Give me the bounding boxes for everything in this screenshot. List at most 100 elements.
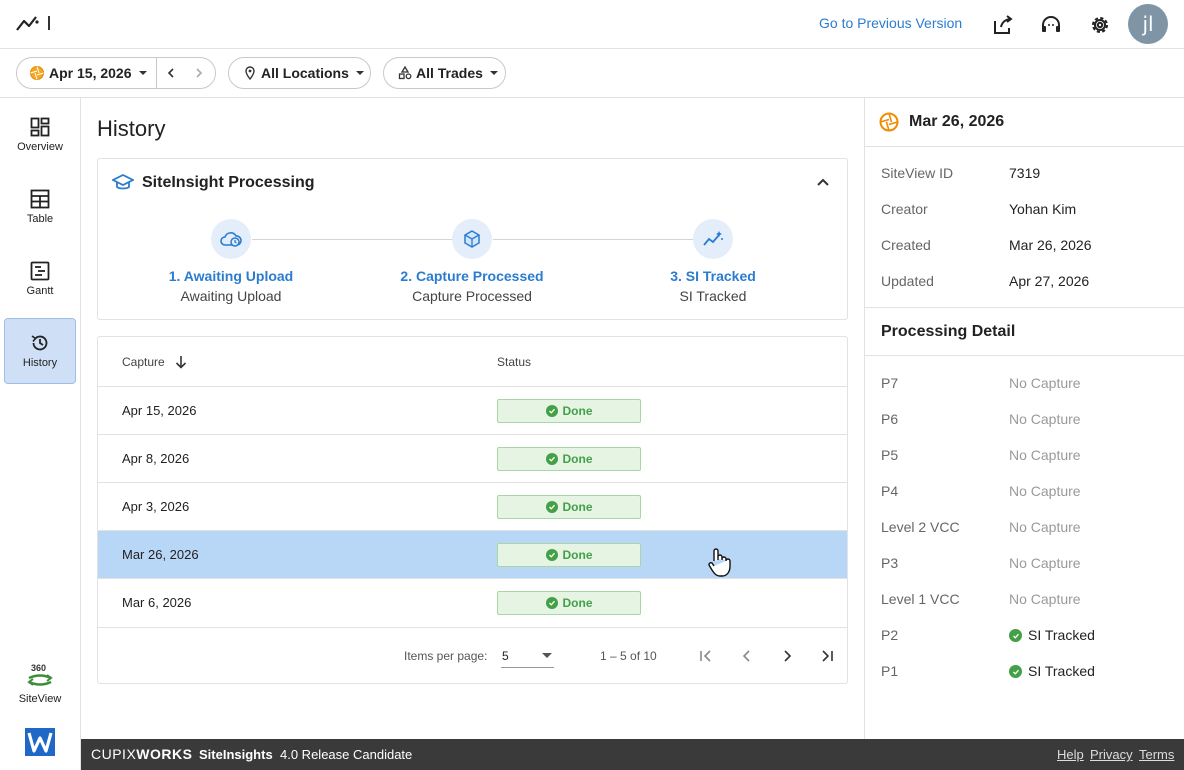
processing-label: P4	[881, 483, 899, 499]
column-header-capture[interactable]: Capture	[122, 355, 165, 369]
caret-down-icon	[542, 653, 552, 658]
divider	[865, 355, 1184, 356]
locations-filter-label: All Locations	[261, 65, 349, 81]
status-text: Done	[562, 596, 593, 610]
step-subtitle: Capture Processed	[412, 288, 532, 304]
processing-title: SiteInsight Processing	[142, 174, 315, 191]
check-circle-icon	[1009, 665, 1022, 678]
nav-item-label: Table	[26, 213, 54, 225]
support-headset-icon[interactable]	[1038, 12, 1064, 38]
previous-version-link[interactable]: Go to Previous Version	[819, 15, 962, 31]
share-icon[interactable]	[990, 12, 1016, 38]
nav-item-label: History	[22, 357, 58, 369]
settings-gear-icon[interactable]	[1087, 12, 1113, 38]
step-subtitle: Awaiting Upload	[180, 288, 282, 304]
nav-item-history[interactable]: History	[4, 318, 76, 384]
privacy-link[interactable]: Privacy	[1090, 747, 1133, 762]
table-icon	[30, 189, 50, 209]
items-per-page-label: Items per page:	[404, 649, 488, 663]
user-avatar[interactable]: jl	[1128, 4, 1168, 44]
processing-label: P3	[881, 555, 899, 571]
processing-status: SI Tracked	[1009, 663, 1095, 679]
details-panel: Mar 26, 2026 SiteView ID 7319 Creator Yo…	[864, 98, 1184, 739]
step-capture-processed: 2. Capture Processed Capture Processed	[362, 219, 582, 304]
nav-item-label: Overview	[17, 141, 63, 153]
last-page-icon[interactable]	[819, 648, 835, 664]
date-filter: Apr 15, 2026	[16, 57, 216, 89]
table-row-selected[interactable]: Mar 26, 2026 Done	[98, 530, 847, 578]
first-page-icon[interactable]	[698, 648, 714, 664]
status-badge: Done	[497, 495, 641, 519]
capture-date: Apr 8, 2026	[122, 451, 190, 466]
location-pin-icon	[245, 66, 255, 80]
table-row[interactable]: Apr 3, 2026 Done	[98, 482, 847, 530]
table-row[interactable]: Apr 8, 2026 Done	[98, 434, 847, 482]
status-text: Done	[562, 452, 593, 466]
previous-page-icon[interactable]	[739, 648, 755, 664]
divider	[865, 146, 1184, 147]
brand-cupix: CUPIX	[91, 746, 137, 762]
field-value: Yohan Kim	[1009, 201, 1077, 217]
processing-value: SI Tracked	[1028, 663, 1095, 679]
field-value: Mar 26, 2026	[1009, 237, 1092, 253]
processing-card: SiteInsight Processing 1. Awaiting Uploa…	[97, 158, 848, 320]
step-title: 2. Capture Processed	[400, 268, 544, 284]
graduation-cap-icon	[112, 173, 134, 190]
cube-icon	[452, 219, 492, 259]
page-range: 1 – 5 of 10	[600, 649, 657, 663]
processing-label: Level 1 VCC	[881, 591, 960, 607]
check-circle-icon	[1009, 629, 1022, 642]
logo-divider	[48, 16, 50, 30]
collapse-chevron-up-icon[interactable]	[816, 177, 830, 187]
table-row[interactable]: Mar 6, 2026 Done	[98, 578, 847, 626]
sort-arrow-down-icon[interactable]	[175, 355, 187, 369]
nav-item-siteview[interactable]: 360 SiteView	[4, 654, 76, 720]
nav-item-gantt[interactable]: Gantt	[4, 246, 76, 312]
check-circle-icon	[545, 405, 558, 417]
processing-value: No Capture	[1009, 591, 1081, 607]
field-value: Apr 27, 2026	[1009, 273, 1090, 289]
step-awaiting-upload: 1. Awaiting Upload Awaiting Upload	[121, 219, 341, 304]
trades-filter[interactable]: All Trades	[383, 57, 506, 89]
capture-date: Apr 15, 2026	[122, 403, 197, 418]
sparkle-trend-icon	[693, 219, 733, 259]
field-label: Creator	[881, 201, 928, 217]
nav-item-table[interactable]: Table	[4, 174, 76, 240]
processing-detail-title: Processing Detail	[881, 323, 1016, 340]
details-date: Mar 26, 2026	[909, 113, 1005, 130]
table-row[interactable]: Apr 15, 2026 Done	[98, 386, 847, 434]
chevron-right-icon	[196, 68, 203, 78]
date-picker-button[interactable]: Apr 15, 2026	[17, 58, 157, 88]
processing-value: No Capture	[1009, 447, 1081, 463]
siteview-360-icon: 360	[25, 663, 55, 691]
status-badge: Done	[497, 399, 641, 423]
step-title: 1. Awaiting Upload	[168, 268, 294, 284]
trades-shapes-icon	[398, 66, 412, 80]
next-date-button[interactable]	[185, 58, 213, 88]
date-filter-label: Apr 15, 2026	[49, 65, 132, 81]
terms-link[interactable]: Terms	[1139, 747, 1174, 762]
table-header: Capture Status	[98, 337, 847, 386]
dashboard-icon	[30, 117, 50, 137]
left-navigation: Overview Table Gantt History 360 SiteVie…	[0, 98, 81, 770]
locations-filter[interactable]: All Locations	[228, 57, 371, 89]
nav-item-label: SiteView	[18, 693, 62, 705]
hand-pointer-cursor-icon	[708, 548, 731, 577]
capture-aperture-icon	[30, 66, 44, 80]
prev-date-button[interactable]	[157, 58, 185, 88]
status-badge: Done	[497, 447, 641, 471]
nav-item-overview[interactable]: Overview	[4, 102, 76, 168]
works-logo-icon[interactable]	[25, 728, 55, 756]
field-value: 7319	[1009, 165, 1041, 181]
items-per-page-select[interactable]: 5	[501, 642, 554, 668]
brand-works: WORKS	[136, 746, 193, 762]
next-page-icon[interactable]	[779, 648, 795, 664]
processing-value: No Capture	[1009, 519, 1081, 535]
top-bar: Go to Previous Version jl	[0, 0, 1184, 49]
help-link[interactable]: Help	[1057, 747, 1084, 762]
processing-label: P5	[881, 447, 899, 463]
processing-value: SI Tracked	[1028, 627, 1095, 643]
check-circle-icon	[545, 453, 558, 465]
app-logo-icon[interactable]	[16, 14, 40, 34]
table-paginator: Items per page: 5 1 – 5 of 10	[98, 627, 847, 683]
